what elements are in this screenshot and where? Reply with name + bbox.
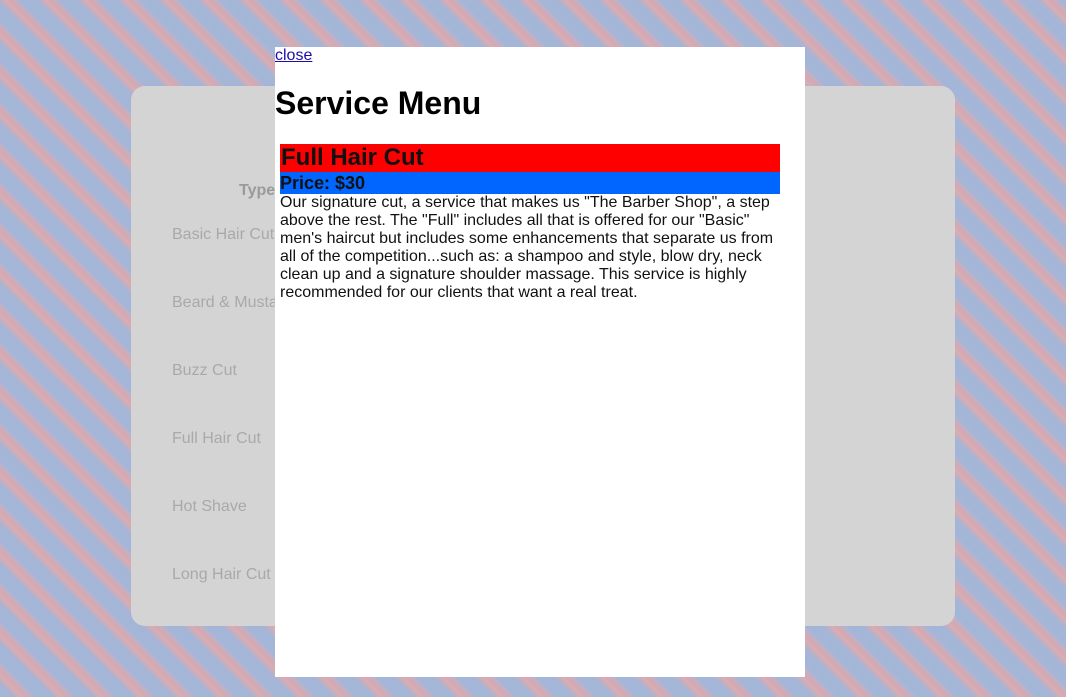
- service-item-buzz-cut[interactable]: Buzz Cut: [172, 362, 237, 380]
- modal-title: Service Menu: [275, 85, 482, 121]
- service-item-beard-mustache[interactable]: Beard & Musta: [172, 294, 278, 312]
- service-price: Price: $30: [280, 172, 780, 194]
- service-item-hot-shave[interactable]: Hot Shave: [172, 498, 247, 516]
- service-title: Full Hair Cut: [280, 144, 780, 172]
- service-item-basic-hair-cut[interactable]: Basic Hair Cut: [172, 226, 274, 244]
- service-item-full-hair-cut[interactable]: Full Hair Cut: [172, 430, 261, 448]
- service-item-long-hair-cut[interactable]: Long Hair Cut: [172, 566, 271, 584]
- service-menu-modal: close Service Menu Full Hair Cut Price: …: [275, 47, 805, 677]
- service-description: Our signature cut, a service that makes …: [280, 194, 774, 301]
- type-column-header: Type: [239, 182, 276, 199]
- close-link[interactable]: close: [275, 47, 312, 65]
